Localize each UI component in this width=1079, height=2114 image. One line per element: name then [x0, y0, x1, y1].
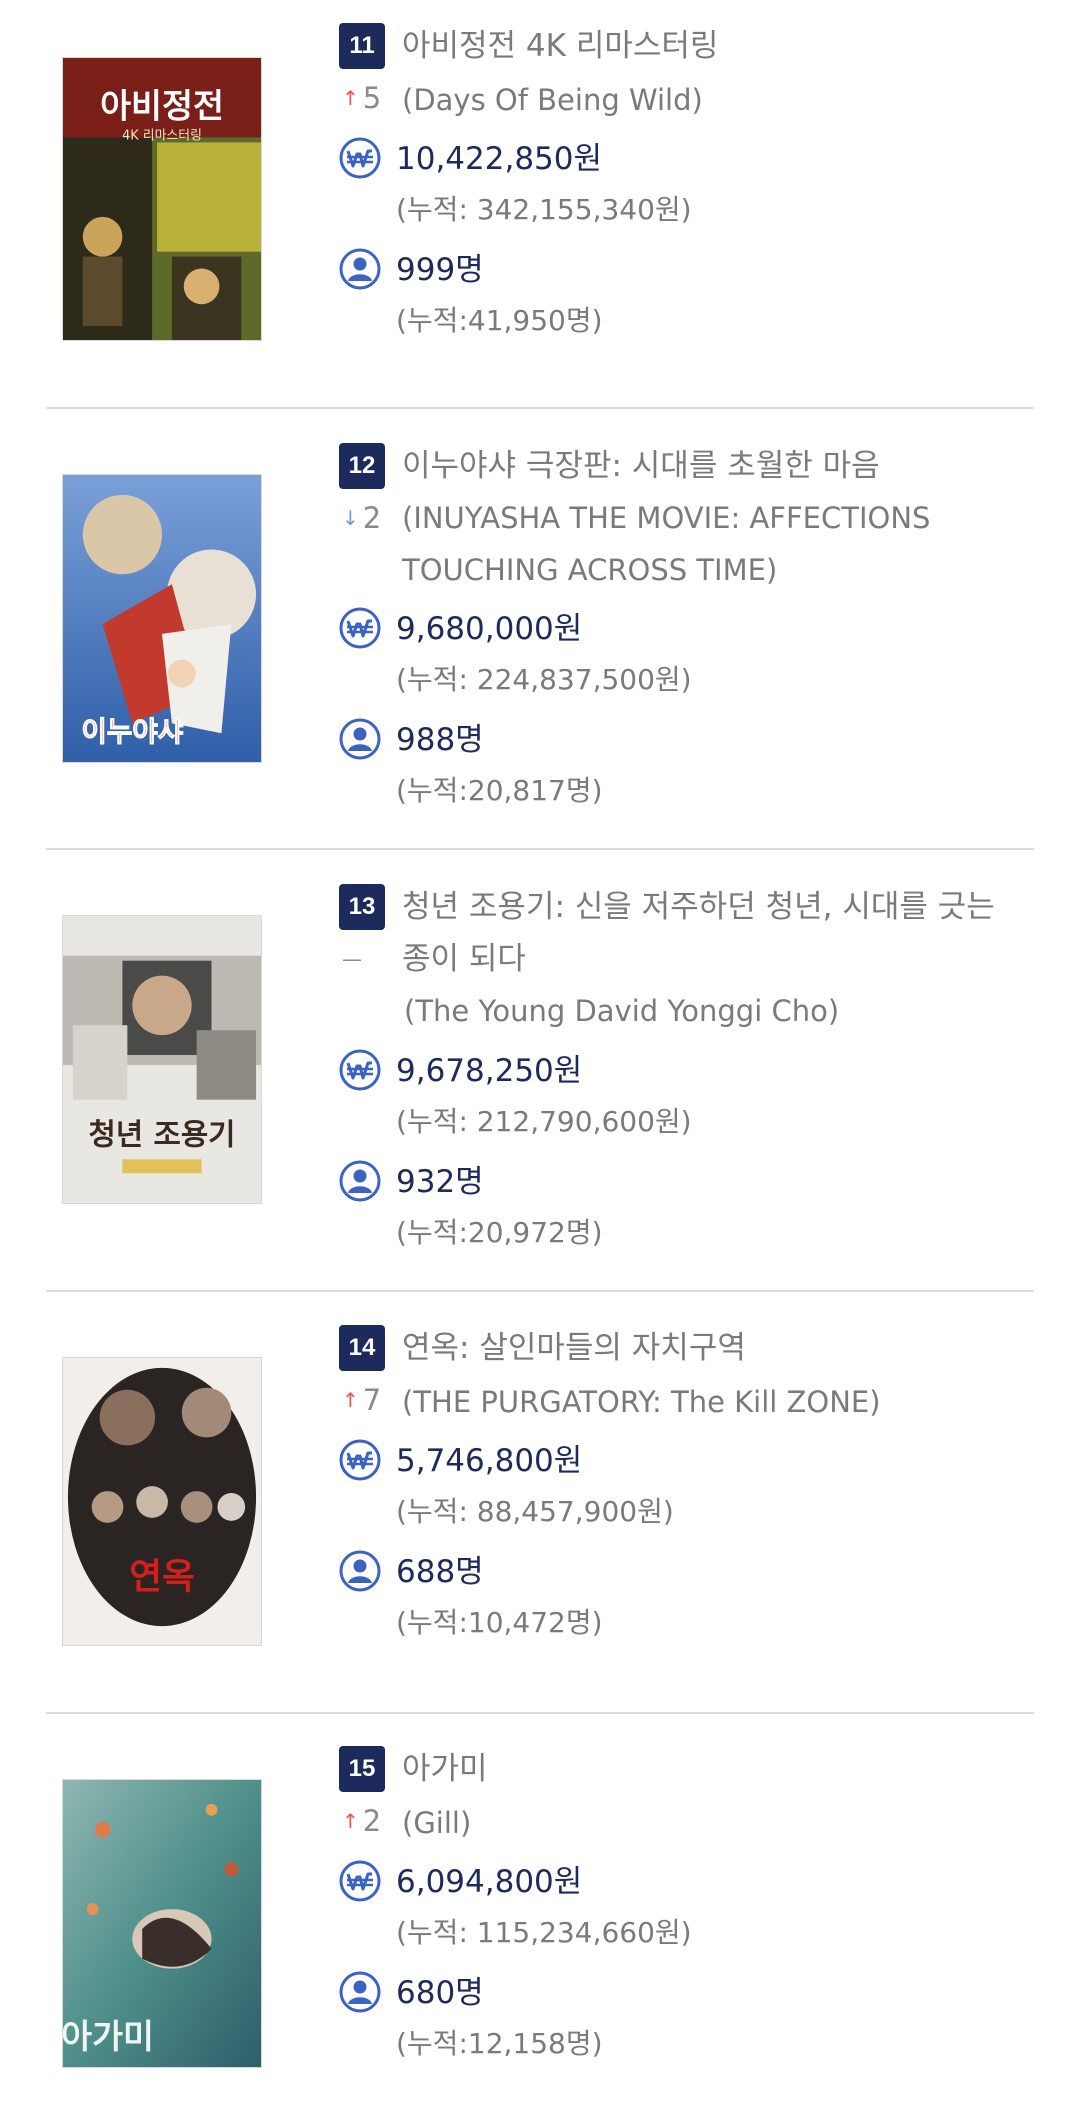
sales-cumulative: (누적: 115,234,660원)	[396, 1916, 692, 1949]
arrow-up-icon: ↑	[342, 1388, 359, 1412]
audience-cumulative: (누적:20,817명)	[396, 774, 603, 807]
audience-value: 988명	[396, 722, 484, 758]
movie-title[interactable]: 아가미	[402, 1743, 1022, 1795]
rank-badge: 12	[339, 443, 385, 489]
sales-value: 6,094,800원	[396, 1864, 583, 1900]
rank-badge: 11	[339, 23, 385, 69]
poster-title-text: 아비정전	[100, 87, 224, 126]
poster-image: 청년 조용기	[63, 916, 261, 1203]
movie-title[interactable]: 연옥: 살인마들의 자치구역	[402, 1322, 1022, 1374]
audience-cumulative: (누적:41,950명)	[396, 304, 603, 337]
rank-change: ↓ 2	[342, 492, 392, 544]
sales-value: 9,680,000원	[396, 611, 583, 647]
rank-change: ↑ 2	[342, 1795, 392, 1847]
person-circle-icon	[339, 718, 381, 760]
divider	[46, 407, 1034, 409]
poster-title-text: 아가미	[63, 2017, 154, 2056]
person-circle-icon	[339, 248, 381, 290]
poster-image: 연옥	[63, 1358, 261, 1645]
rank-change-value: 5	[362, 81, 382, 115]
movie-poster[interactable]: 이누야샤	[62, 474, 262, 763]
movie-poster[interactable]: 아비정전 4K 리마스터링	[62, 57, 262, 341]
original-title: (Days Of Being Wild)	[402, 83, 703, 117]
audience-value: 680명	[396, 1975, 484, 2011]
sales-cumulative: (누적: 224,837,500원)	[396, 663, 692, 696]
audience-cumulative: (누적:10,472명)	[396, 1606, 603, 1639]
person-circle-icon	[339, 1550, 381, 1592]
original-title: (The Young David Yonggi Cho)	[404, 994, 840, 1028]
won-circle-icon	[339, 607, 381, 649]
movie-poster[interactable]: 연옥	[62, 1357, 262, 1646]
poster-subtitle-text: 4K 리마스터링	[122, 128, 202, 143]
divider	[46, 1290, 1034, 1292]
audience-cumulative: (누적:12,158명)	[396, 2027, 603, 2060]
movie-poster[interactable]: 청년 조용기	[62, 915, 262, 1204]
movie-title[interactable]: 이누야샤 극장판: 시대를 초월한 마음	[402, 440, 1022, 492]
audience-value: 932명	[396, 1164, 484, 1200]
divider	[46, 848, 1034, 850]
audience-value: 999명	[396, 252, 484, 288]
sales-cumulative: (누적: 342,155,340원)	[396, 193, 692, 226]
dash-icon: —	[342, 947, 362, 971]
box-office-list: 아비정전 4K 리마스터링 11 아비정전 4K 리마스터링 ↑ 5 (Days…	[0, 0, 1079, 2114]
rank-change: ↑ 7	[342, 1374, 392, 1426]
audience-value: 688명	[396, 1554, 484, 1590]
movie-title[interactable]: 청년 조용기: 신을 저주하던 청년, 시대를 긋는 종이 되다	[402, 881, 1032, 985]
sales-cumulative: (누적: 212,790,600원)	[396, 1105, 692, 1138]
sales-value: 9,678,250원	[396, 1053, 583, 1089]
movie-title[interactable]: 아비정전 4K 리마스터링	[402, 20, 1022, 72]
rank-change-value: 2	[362, 501, 382, 535]
rank-badge: 15	[339, 1746, 385, 1792]
won-circle-icon	[339, 1860, 381, 1902]
poster-image: 이누야샤	[63, 475, 261, 762]
poster-title-text: 연옥	[129, 1555, 195, 1597]
poster-title-text: 이누야샤	[81, 715, 183, 748]
audience-cumulative: (누적:20,972명)	[396, 1216, 603, 1249]
rank-badge: 14	[339, 1325, 385, 1371]
rank-badge: 13	[339, 884, 385, 930]
sales-value: 5,746,800원	[396, 1443, 583, 1479]
won-circle-icon	[339, 137, 381, 179]
sales-value: 10,422,850원	[396, 141, 603, 177]
movie-poster[interactable]: 아가미	[62, 1779, 262, 2068]
person-circle-icon	[339, 1971, 381, 2013]
poster-image: 아가미	[63, 1780, 261, 2067]
arrow-down-icon: ↓	[342, 506, 359, 530]
rank-change: —	[342, 933, 392, 985]
poster-image: 아비정전 4K 리마스터링	[63, 58, 261, 340]
won-circle-icon	[339, 1049, 381, 1091]
original-title: (Gill)	[402, 1806, 472, 1840]
arrow-up-icon: ↑	[342, 1809, 359, 1833]
sales-cumulative: (누적: 88,457,900원)	[396, 1495, 674, 1528]
original-title: (INUYASHA THE MOVIE: AFFECTIONS TOUCHING…	[402, 501, 931, 587]
rank-change-value: 7	[362, 1383, 382, 1417]
rank-change-value: 2	[362, 1804, 382, 1838]
rank-change: ↑ 5	[342, 72, 392, 124]
person-circle-icon	[339, 1160, 381, 1202]
arrow-up-icon: ↑	[342, 86, 359, 110]
original-title: (THE PURGATORY: The Kill ZONE)	[402, 1385, 881, 1419]
divider	[46, 1712, 1034, 1714]
won-circle-icon	[339, 1439, 381, 1481]
poster-title-text: 청년 조용기	[89, 1117, 236, 1152]
